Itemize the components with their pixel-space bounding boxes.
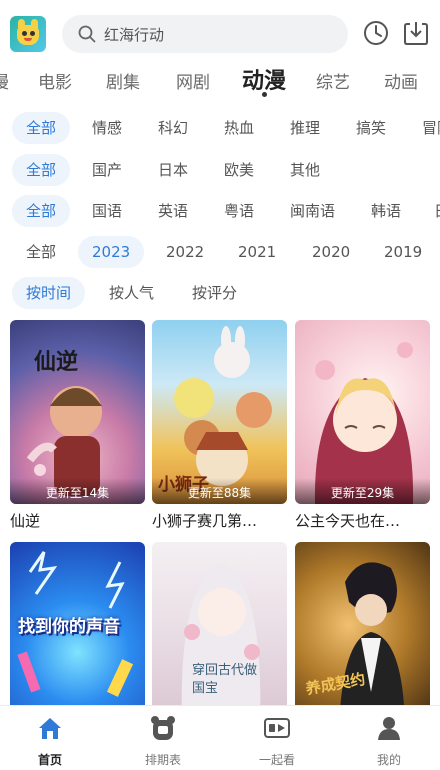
- filter-chip[interactable]: 日本: [144, 154, 202, 186]
- filter-chip[interactable]: 全部: [12, 195, 71, 227]
- poster-image[interactable]: 养成契约: [295, 542, 430, 726]
- filter-chip[interactable]: 2022: [152, 236, 218, 268]
- tab-label: 我的: [376, 753, 401, 767]
- filter-chip[interactable]: 2019: [370, 236, 436, 268]
- sort-chip[interactable]: 按时间: [12, 277, 86, 309]
- tab-home[interactable]: 首页: [10, 714, 90, 768]
- filter-chip[interactable]: 2020: [298, 236, 364, 268]
- filter-chip[interactable]: 推理: [276, 112, 334, 144]
- tab-schedule[interactable]: 排期表: [123, 714, 203, 768]
- sort-filter-row: 按时间 按人气 按评分: [0, 277, 440, 311]
- nav-item-anime[interactable]: 动漫: [242, 63, 286, 95]
- schedule-bear-icon: [151, 716, 175, 740]
- update-badge: 更新至14集: [10, 478, 145, 504]
- search-bar[interactable]: 红海行动: [62, 15, 348, 53]
- filter-chip[interactable]: 热血: [210, 112, 268, 144]
- filter-chip[interactable]: 韩语: [357, 195, 415, 227]
- active-nav-indicator: [262, 92, 267, 97]
- sort-chip[interactable]: 按人气: [95, 277, 168, 309]
- poster-image[interactable]: 更新至29集: [295, 320, 430, 504]
- watch-together-icon: [264, 718, 290, 738]
- filter-chip[interactable]: 2023: [78, 236, 145, 268]
- tab-label: 排期表: [144, 753, 181, 767]
- filter-chip[interactable]: 其他: [276, 154, 334, 186]
- nav-item-web-series[interactable]: 网剧: [176, 68, 210, 93]
- history-clock-icon[interactable]: [362, 19, 390, 47]
- card-title[interactable]: 仙逆: [10, 510, 145, 531]
- nav-item-animation[interactable]: 动画: [384, 68, 418, 93]
- filter-chip[interactable]: 国产: [78, 154, 136, 186]
- nav-item[interactable]: 漫: [0, 68, 9, 93]
- update-badge: 更新至29集: [295, 478, 430, 504]
- app-logo-icon[interactable]: [10, 16, 46, 52]
- header: 红海行动: [0, 12, 440, 58]
- poster-title-text: 仙逆: [34, 349, 79, 375]
- home-icon: [39, 718, 61, 739]
- filter-chip[interactable]: 日语: [420, 195, 440, 227]
- poster-title-text: 穿回古代做国宝: [192, 663, 258, 696]
- filter-chip[interactable]: 冒险: [408, 112, 440, 144]
- search-icon: [78, 25, 96, 43]
- profile-icon: [378, 717, 400, 740]
- filter-chip[interactable]: 闽南语: [276, 195, 349, 227]
- poster-image[interactable]: 小狮子 更新至88集: [152, 320, 287, 504]
- filter-chip[interactable]: 欧美: [210, 154, 268, 186]
- tab-profile[interactable]: 我的: [349, 714, 429, 768]
- card-title[interactable]: 小狮子赛几第…: [152, 510, 287, 531]
- nav-item-variety[interactable]: 综艺: [316, 68, 350, 93]
- region-filter-row: 全部 国产 日本 欧美 其他: [0, 154, 440, 188]
- tab-label: 首页: [37, 753, 62, 767]
- filter-chip[interactable]: 搞笑: [342, 112, 400, 144]
- bottom-tab-bar: 首页 排期表 一起看 我的: [0, 705, 440, 770]
- filter-chip[interactable]: 2021: [224, 236, 290, 268]
- poster-title-text: 找到你的声音: [18, 617, 120, 637]
- filter-chip[interactable]: 科幻: [144, 112, 202, 144]
- nav-item-series[interactable]: 剧集: [106, 68, 140, 93]
- tab-watch-together[interactable]: 一起看: [237, 714, 317, 768]
- filter-chip[interactable]: 全部: [12, 112, 71, 144]
- filter-chip[interactable]: 情感: [78, 112, 136, 144]
- filter-chip[interactable]: 全部: [12, 154, 71, 186]
- update-badge: 更新至88集: [152, 478, 287, 504]
- sort-chip[interactable]: 按评分: [178, 277, 251, 309]
- genre-filter-row: 全部 情感 科幻 热血 推理 搞笑 冒险: [0, 112, 440, 146]
- main-category-nav: 漫 电影 剧集 网剧 动漫 综艺 动画: [0, 64, 440, 100]
- download-icon[interactable]: [402, 19, 430, 47]
- filter-chip[interactable]: 全部: [12, 236, 70, 268]
- nav-item-movie[interactable]: 电影: [38, 68, 72, 93]
- tab-label: 一起看: [258, 753, 295, 767]
- poster-image[interactable]: 找到你的声音: [10, 542, 145, 726]
- year-filter-row: 全部 2023 2022 2021 2020 2019: [0, 236, 440, 270]
- poster-image[interactable]: 仙逆 更新至14集: [10, 320, 145, 504]
- search-query[interactable]: 红海行动: [104, 24, 164, 45]
- card-title[interactable]: 公主今天也在…: [295, 510, 430, 531]
- filter-chip[interactable]: 粤语: [210, 195, 268, 227]
- filter-chip[interactable]: 英语: [144, 195, 202, 227]
- poster-image[interactable]: 穿回古代做国宝: [152, 542, 287, 726]
- filter-chip[interactable]: 国语: [78, 195, 136, 227]
- language-filter-row: 全部 国语 英语 粤语 闽南语 韩语 日语: [0, 195, 440, 229]
